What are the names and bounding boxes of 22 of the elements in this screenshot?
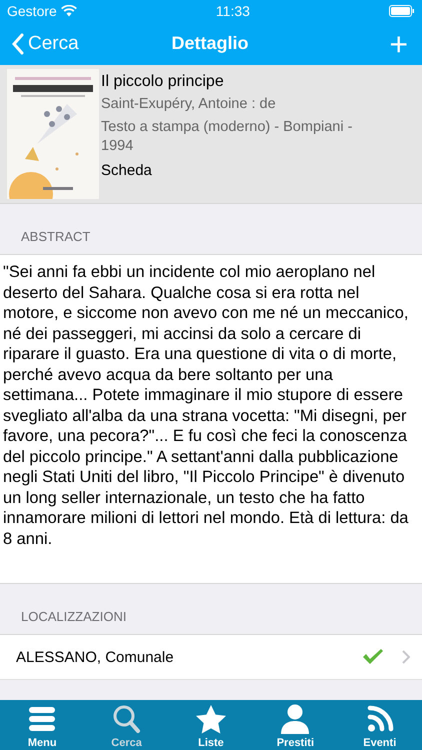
location-row[interactable]: ALESSANO, Comunale (0, 634, 422, 680)
record-link[interactable]: Scheda (101, 162, 386, 179)
book-author: Saint-Exupéry, Antoine : de (101, 95, 277, 114)
chevron-icon (402, 650, 410, 664)
back-chevron-icon (12, 32, 24, 54)
section-header: LOCALIZZAZIONI (21, 609, 126, 624)
book-edition: Testo a stampa (moderno) - Bompiani - 1994 (101, 118, 354, 156)
battery-icon (389, 5, 415, 17)
carrier-name: Gestore (7, 3, 57, 19)
tab-bar-item[interactable]: Menu (7, 700, 78, 750)
screen-title: Dettaglio (171, 33, 248, 54)
tab-bar-item[interactable]: Liste (176, 700, 246, 750)
tab-bar-item[interactable]: Cerca (92, 700, 162, 750)
book-title: Il piccolo principe (101, 73, 225, 91)
tab-bar-item[interactable]: Prestiti (260, 700, 330, 750)
abstract-text: "Sei anni fa ebbi un incidente col mio aeroplano nel deserto del Sahara. Qualche cosa si era rotta nel motore, e siccome non avevo con me né un meccanico, né dei passeggeri, mi accinsi da solo a cercare di riparare il guasto. Era una questione di vita o di morte, perché avevo acqua da bere soltanto per una settimana... Potete immaginare il mio stupore di essere svegliato all'alba da una strana vocetta: "Mi disegni, per favore, una pecora?"... E fu così che feci la conoscenza del piccolo principe." A settant'anni dalla pubblicazione negli Stati Uniti del libro, "Il Piccolo Principe" è divenuto un long seller internazionale, un testo che ha fatto innamorare milioni di lettori nel mondo. Età di lettura: da 8 anni. (0, 254, 422, 584)
tab-bar-item[interactable]: Eventi (344, 700, 415, 750)
add-button[interactable]: + (389, 28, 408, 60)
wifi-icon (60, 5, 77, 17)
status-time: 11:33 (216, 3, 250, 19)
back-link[interactable]: Cerca (12, 32, 172, 54)
section-header: ABSTRACT (21, 229, 90, 244)
